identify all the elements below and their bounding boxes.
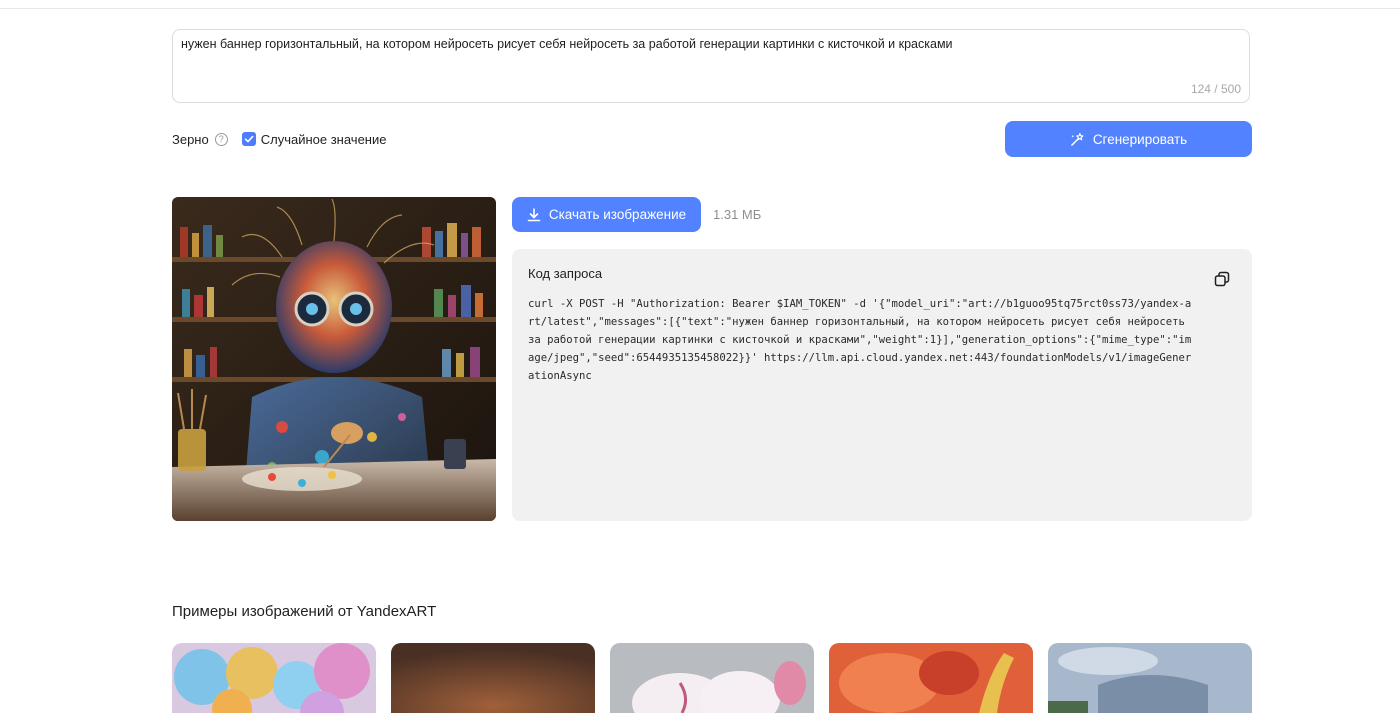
file-size: 1.31 МБ (713, 207, 762, 222)
code-title: Код запроса (528, 266, 603, 281)
example-image-balloons[interactable] (172, 643, 376, 713)
download-image-button[interactable]: Скачать изображение (512, 197, 701, 232)
random-seed-label[interactable]: Случайное значение (261, 132, 387, 147)
example-image-portrait[interactable] (391, 643, 595, 713)
char-counter: 124 / 500 (1190, 82, 1241, 96)
prompt-text[interactable]: нужен баннер горизонтальный, на котором … (181, 36, 1237, 52)
prompt-input[interactable]: нужен баннер горизонтальный, на котором … (172, 29, 1250, 103)
example-image-building[interactable] (1048, 643, 1252, 713)
generated-image (172, 197, 496, 521)
download-icon (527, 207, 541, 222)
example-image-dragon[interactable] (829, 643, 1033, 713)
check-icon (244, 135, 254, 143)
seed-row: Зерно ? Случайное значение (172, 130, 386, 148)
request-code-panel: Код запроса curl -X POST -H "Authorizati… (512, 249, 1252, 521)
generate-button[interactable]: Сгенерировать (1005, 121, 1252, 157)
download-label: Скачать изображение (548, 207, 687, 222)
code-text[interactable]: curl -X POST -H "Authorization: Bearer $… (528, 295, 1196, 385)
generate-label: Сгенерировать (1092, 131, 1188, 147)
seed-label: Зерно (172, 131, 209, 147)
top-divider (0, 8, 1400, 9)
magic-wand-icon (1070, 132, 1085, 147)
example-image-orchid[interactable] (610, 643, 814, 713)
copy-icon[interactable] (1214, 271, 1230, 287)
help-icon[interactable]: ? (214, 132, 228, 146)
examples-title: Примеры изображений от YandexART (172, 603, 437, 620)
random-seed-checkbox[interactable] (241, 132, 256, 146)
